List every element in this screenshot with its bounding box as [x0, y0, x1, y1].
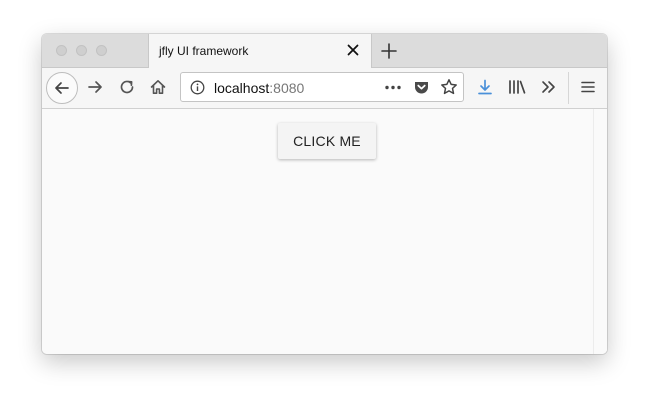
reload-button[interactable] [116, 76, 138, 98]
overflow-button[interactable] [538, 76, 560, 98]
tab-title: jfly UI framework [159, 44, 249, 58]
toolbar-separator [568, 72, 569, 104]
plus-icon[interactable] [379, 41, 399, 61]
page-content: CLICK ME [42, 109, 607, 354]
browser-window: jfly UI framework localhost:8080 CLICK M… [42, 34, 607, 354]
download-icon [476, 78, 494, 96]
library-button[interactable] [506, 76, 528, 98]
reload-icon [118, 78, 136, 96]
menu-button[interactable] [577, 76, 599, 98]
scrollbar[interactable] [593, 109, 607, 354]
url-bar[interactable]: localhost:8080 [180, 72, 464, 102]
maximize-window-icon[interactable] [96, 45, 107, 56]
minimize-window-icon[interactable] [76, 45, 87, 56]
nav-toolbar: localhost:8080 [42, 68, 607, 109]
url-port: :8080 [269, 80, 305, 96]
hamburger-menu-icon [580, 79, 596, 95]
pocket-icon[interactable] [413, 79, 430, 96]
url-text[interactable]: localhost:8080 [214, 80, 304, 96]
downloads-button[interactable] [474, 76, 496, 98]
forward-arrow-icon [86, 78, 104, 96]
close-window-icon[interactable] [56, 45, 67, 56]
close-tab-icon[interactable] [345, 42, 361, 58]
star-icon[interactable] [440, 78, 458, 96]
tab-active[interactable]: jfly UI framework [148, 34, 372, 68]
back-arrow-icon [53, 79, 71, 97]
url-host: localhost [214, 80, 270, 96]
more-dots-icon[interactable] [384, 80, 402, 95]
info-icon[interactable] [190, 80, 205, 95]
tab-strip: jfly UI framework [42, 34, 607, 68]
library-icon [507, 78, 527, 96]
overflow-chevron-icon [540, 78, 558, 96]
back-button[interactable] [46, 72, 78, 104]
home-button[interactable] [147, 76, 169, 98]
home-icon [149, 78, 167, 96]
click-me-button[interactable]: CLICK ME [278, 123, 376, 159]
forward-button[interactable] [84, 76, 106, 98]
